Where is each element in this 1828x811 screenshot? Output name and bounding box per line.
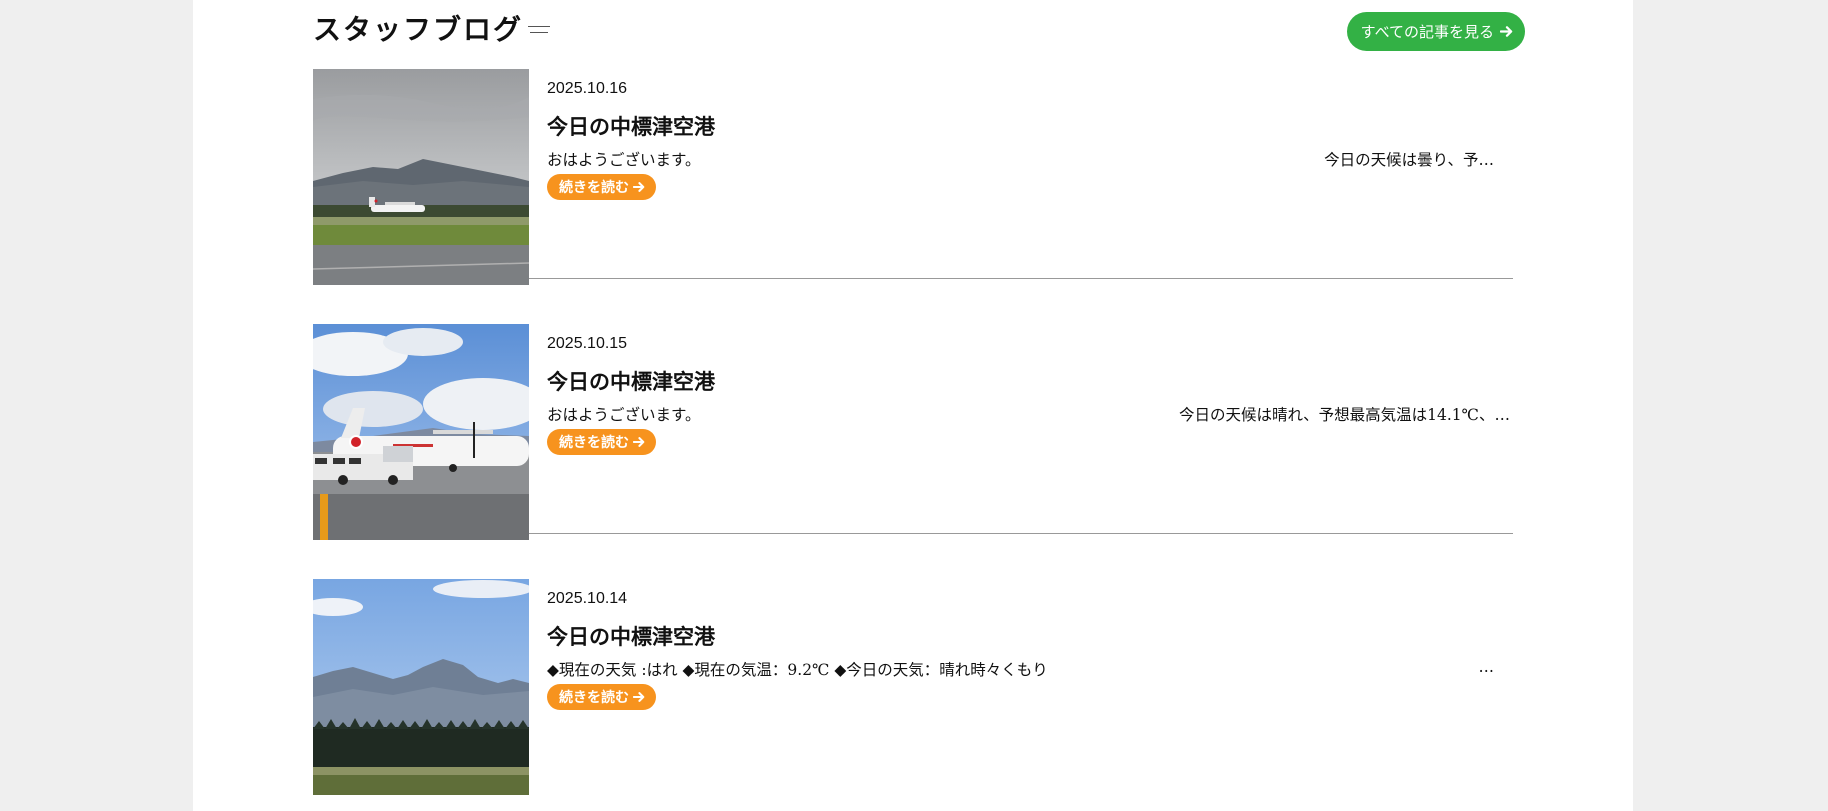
all-posts-button[interactable]: すべての記事を見る <box>1346 12 1525 51</box>
title-decoration <box>528 25 550 35</box>
post-body: 2025.10.16 今日の中標津空港 おはようございます。 今日の天候は曇り、… <box>547 80 1513 200</box>
read-more-label: 続きを読む <box>559 689 629 705</box>
arrow-right-icon <box>633 437 645 447</box>
read-more-button[interactable]: 続きを読む <box>547 174 656 200</box>
post-excerpt-start: おはようございます。 <box>547 151 701 169</box>
blog-post: 2025.10.16 今日の中標津空港 おはようございます。 今日の天候は曇り、… <box>313 62 1513 285</box>
read-more-button[interactable]: 続きを読む <box>547 429 656 455</box>
post-excerpt-start: おはようございます。 <box>547 406 701 424</box>
blog-post: 2025.10.15 今日の中標津空港 おはようございます。 今日の天候は晴れ、… <box>313 317 1513 540</box>
post-excerpt: おはようございます。 今日の天候は晴れ、予想最高気温は14.1℃、… <box>547 403 1512 425</box>
read-more-button[interactable]: 続きを読む <box>547 684 656 710</box>
post-date: 2025.10.16 <box>547 80 628 97</box>
arrow-right-icon <box>1500 26 1513 37</box>
post-body: 2025.10.15 今日の中標津空港 おはようございます。 今日の天候は晴れ、… <box>547 335 1513 455</box>
arrow-right-icon <box>633 692 645 702</box>
post-excerpt: ◆現在の天気 :はれ ◆現在の気温：9.2℃ ◆今日の天気：晴れ時々くもり … <box>547 658 1512 680</box>
post-date: 2025.10.14 <box>547 590 628 607</box>
section-header: スタッフブログ すべての記事を見る <box>313 0 1525 62</box>
post-thumbnail[interactable] <box>313 69 529 285</box>
blog-post: 2025.10.14 今日の中標津空港 ◆現在の天気 :はれ ◆現在の気温：9.… <box>313 572 1513 795</box>
post-title[interactable]: 今日の中標津空港 <box>547 366 1513 396</box>
post-thumbnail[interactable] <box>313 324 529 540</box>
post-excerpt: おはようございます。 今日の天候は曇り、予… <box>547 148 1512 170</box>
arrow-right-icon <box>633 182 645 192</box>
post-title[interactable]: 今日の中標津空港 <box>547 621 1513 651</box>
post-title[interactable]: 今日の中標津空港 <box>547 111 1513 141</box>
section-title: スタッフブログ <box>313 13 524 46</box>
post-excerpt-end: 今日の天候は曇り、予… <box>1324 151 1494 169</box>
read-more-label: 続きを読む <box>559 434 629 450</box>
all-posts-label: すべての記事を見る <box>1360 24 1494 41</box>
post-body: 2025.10.14 今日の中標津空港 ◆現在の天気 :はれ ◆現在の気温：9.… <box>547 590 1513 710</box>
post-excerpt-end: 今日の天候は晴れ、予想最高気温は14.1℃、… <box>1178 406 1510 424</box>
read-more-label: 続きを読む <box>559 179 629 195</box>
post-date: 2025.10.15 <box>547 335 628 352</box>
post-thumbnail[interactable] <box>313 579 529 795</box>
page-container: スタッフブログ すべての記事を見る 2025.10.16 今日の中標津空港 おは… <box>193 0 1633 811</box>
staff-blog-section: スタッフブログ すべての記事を見る 2025.10.16 今日の中標津空港 おは… <box>313 0 1525 795</box>
post-excerpt-end: … <box>1478 658 1495 676</box>
post-excerpt-start: ◆現在の天気 :はれ ◆現在の気温：9.2℃ ◆今日の天気：晴れ時々くもり <box>547 661 1048 679</box>
